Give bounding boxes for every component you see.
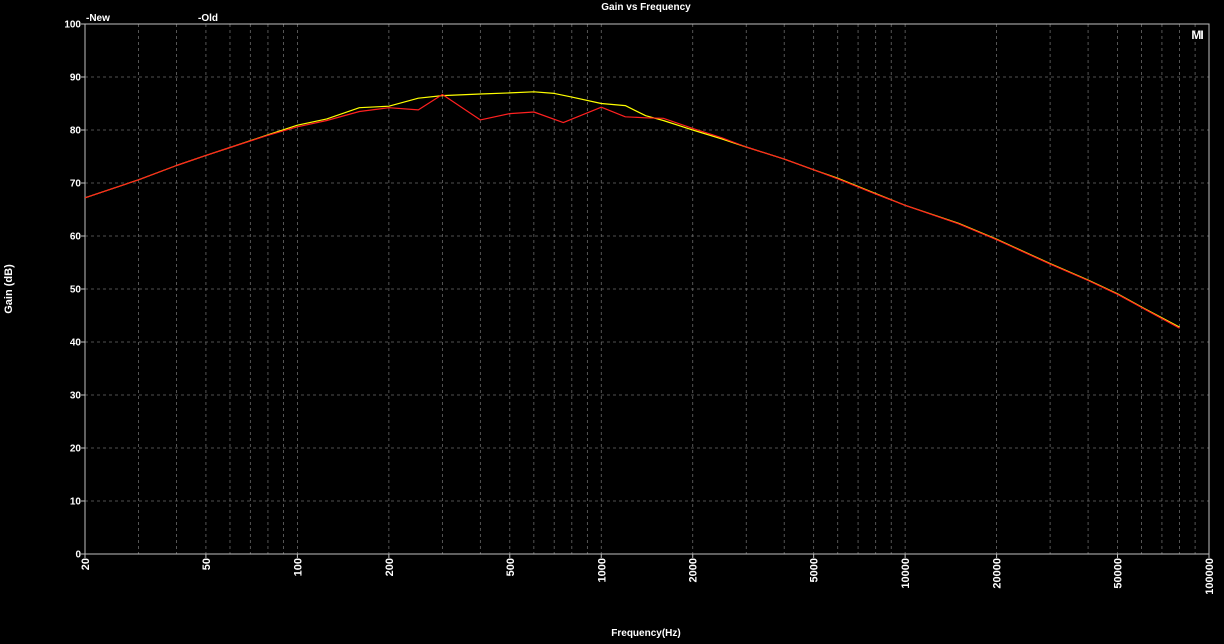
grid (84, 23, 1210, 555)
y-tick-label: 30 (70, 391, 82, 402)
x-tick-label: 20000 (992, 558, 1004, 589)
y-tick-label: 100 (64, 20, 81, 31)
x-axis-label: Frequency(Hz) (611, 628, 680, 639)
y-tick-label: 70 (70, 179, 82, 190)
series-line-old (84, 93, 1180, 329)
x-tick-labels: 20 50 100 200 500 1000 2000 5000 10000 20000 50000… (80, 554, 1216, 595)
legend-old: -Old (198, 13, 218, 24)
gain-vs-frequency-chart: Gain vs Frequency -New -Old 010203040506… (3, 2, 1216, 639)
x-tick-label: 500 (505, 558, 517, 576)
x-tick-label: 100000 (1204, 558, 1216, 595)
chart-title: Gain vs Frequency (601, 2, 691, 13)
x-tick-label: 2000 (688, 558, 700, 582)
y-tick-label: 50 (70, 285, 82, 296)
y-tick-label: 60 (70, 232, 82, 243)
legend-new: -New (86, 13, 110, 24)
y-tick-label: 10 (70, 497, 82, 508)
y-tick-labels: 0102030405060708090100 (64, 20, 85, 561)
x-tick-label: 100 (292, 558, 304, 576)
x-tick-label: 5000 (809, 558, 821, 582)
x-tick-label: 10000 (900, 558, 912, 589)
x-tick-label: 50000 (1113, 558, 1125, 589)
series-line-new (84, 91, 1180, 328)
x-tick-label: 200 (384, 558, 396, 576)
y-tick-label: 20 (70, 444, 82, 455)
x-tick-label: 50 (201, 558, 213, 570)
y-axis-label: Gain (dB) (3, 264, 15, 314)
y-tick-label: 80 (70, 126, 82, 137)
y-tick-label: 40 (70, 338, 82, 349)
logo-icon: MI (1191, 28, 1203, 42)
x-tick-label: 20 (80, 558, 92, 570)
series-lines (84, 91, 1180, 329)
y-tick-label: 90 (70, 73, 82, 84)
x-tick-label: 1000 (596, 558, 608, 582)
